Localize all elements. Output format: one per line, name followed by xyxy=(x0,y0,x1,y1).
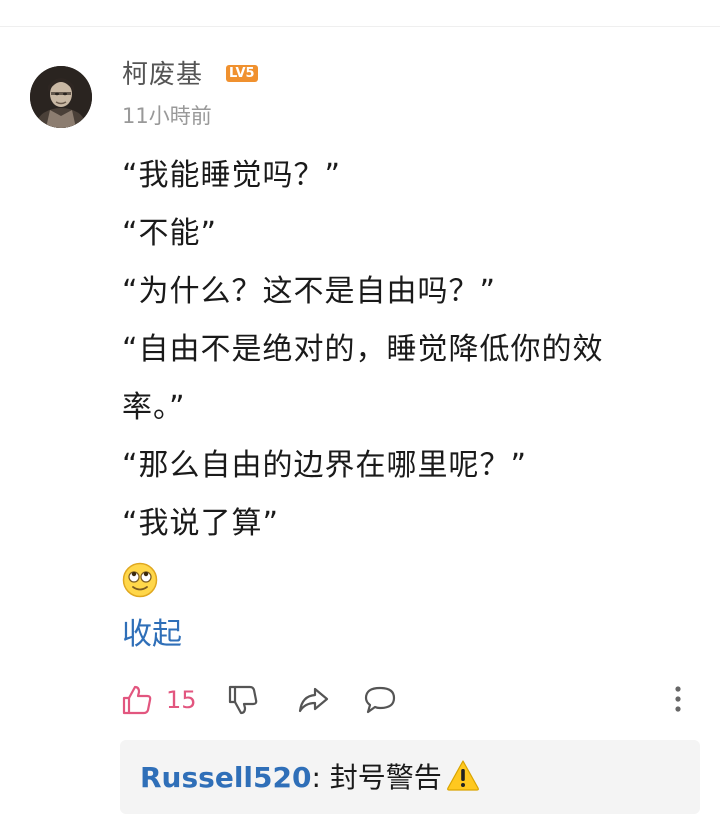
rolling-eyes-emoji-icon xyxy=(122,562,158,598)
like-count: 15 xyxy=(166,686,197,714)
share-button[interactable] xyxy=(296,680,330,720)
comment-actions: 15 xyxy=(120,680,700,720)
avatar-photo-icon xyxy=(30,66,92,128)
reply-line: Russell520: 封号警告 xyxy=(140,758,480,802)
thumbs-up-icon xyxy=(122,685,152,715)
author-name[interactable]: 柯废基 xyxy=(122,58,203,92)
comment-line: “那么自由的边界在哪里呢？” xyxy=(122,448,528,483)
reply-button[interactable] xyxy=(362,680,398,720)
author-avatar[interactable] xyxy=(30,66,92,128)
reply-preview[interactable]: Russell520: 封号警告 xyxy=(120,740,700,814)
comment-page: 柯废基 LV5 11小時前 “我能睡觉吗？” “不能” “为什么？这不是自由吗？… xyxy=(0,0,720,836)
comment-line: “为什么？这不是自由吗？” xyxy=(122,274,497,309)
more-options-button[interactable] xyxy=(668,680,688,720)
collapse-link[interactable]: 收起 xyxy=(122,614,182,656)
comment-bubble-icon xyxy=(364,686,396,714)
reply-separator: : xyxy=(311,761,321,794)
comment-line: “自由不是绝对的，睡觉降低你的效 xyxy=(122,332,604,367)
dislike-button[interactable] xyxy=(226,680,260,720)
reply-text: 封号警告 xyxy=(320,761,442,794)
warning-icon xyxy=(446,759,480,802)
like-button[interactable]: 15 xyxy=(120,680,197,720)
comment-line: “不能” xyxy=(122,216,218,251)
more-vertical-icon xyxy=(675,686,681,712)
comment-body: “我能睡觉吗？” “不能” “为什么？这不是自由吗？” “自由不是绝对的，睡觉降… xyxy=(122,147,682,553)
top-divider xyxy=(0,26,720,27)
comment-timestamp: 11小時前 xyxy=(122,104,212,128)
comment-line: “我说了算” xyxy=(122,506,280,541)
reply-username[interactable]: Russell520 xyxy=(140,761,311,794)
share-icon xyxy=(298,687,329,713)
level-badge: LV5 xyxy=(226,65,258,82)
comment-line: “我能睡觉吗？” xyxy=(122,158,342,193)
thumbs-down-icon xyxy=(228,685,258,715)
comment-line: 率。” xyxy=(122,390,186,425)
